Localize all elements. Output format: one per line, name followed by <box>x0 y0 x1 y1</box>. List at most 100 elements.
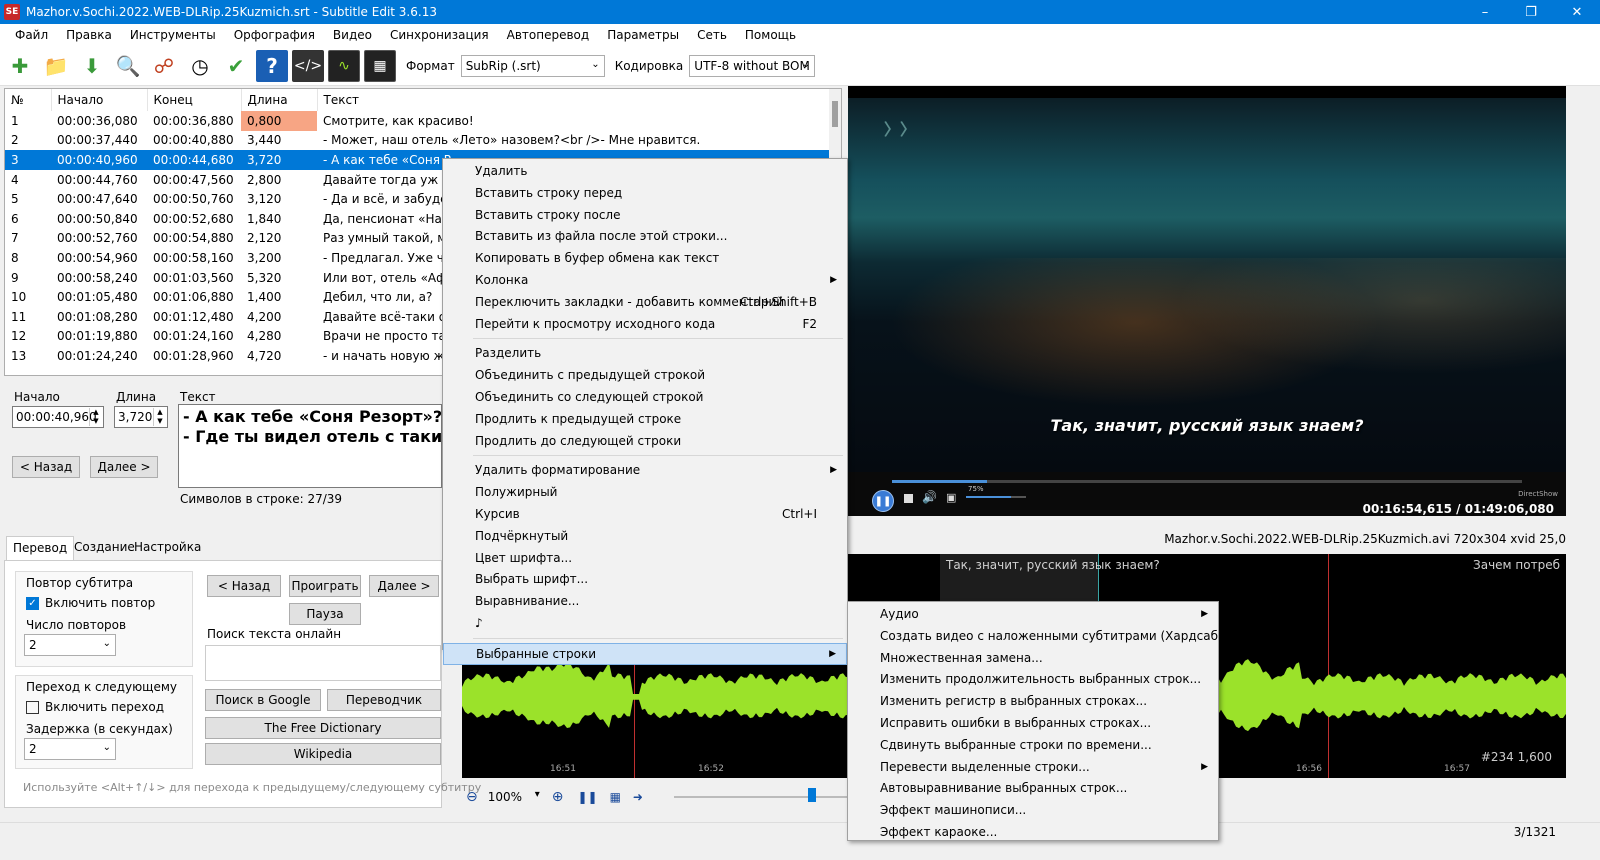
submenu-item[interactable]: Автовыравнивание выбранных строк... <box>848 778 1218 800</box>
context-menu-item[interactable]: Колонка ▶ <box>443 270 847 292</box>
zoom-in-icon[interactable]: ⊕ <box>552 789 564 805</box>
context-menu-item[interactable]: Цвет шрифта... <box>443 548 847 570</box>
checkbox-checked-icon[interactable]: ✓ <box>26 597 39 610</box>
menu-tools[interactable]: Инструменты <box>121 28 225 42</box>
forward-button[interactable]: Далее > <box>369 575 439 597</box>
col-end[interactable]: Конец <box>147 89 242 111</box>
pause-button[interactable]: Пауза <box>289 603 361 625</box>
volume-icon[interactable]: 🔊 <box>922 490 937 504</box>
video-progress[interactable] <box>892 480 1522 483</box>
grid-icon[interactable]: ▦ <box>610 790 621 804</box>
submenu-item[interactable]: Создать видео с наложенными субтитрами (… <box>848 626 1234 648</box>
submenu-item[interactable]: Эффект караоке... <box>848 822 1218 844</box>
pause-waveform-icon[interactable]: ❚❚ <box>577 790 597 804</box>
delay-select[interactable]: 2 ⌄ <box>24 738 116 760</box>
format-select[interactable]: SubRip (.srt) ⌄ <box>460 54 605 77</box>
zoom-out-icon[interactable]: ⊖ <box>466 789 478 805</box>
context-menu-item[interactable]: ♪ <box>443 613 847 635</box>
next-button[interactable]: Далее > <box>90 456 158 478</box>
context-menu-item[interactable]: Разделить <box>443 343 847 365</box>
minimize-icon[interactable]: – <box>1462 0 1508 24</box>
context-menu-item[interactable]: Вставить из файла после этой строки... <box>443 226 847 248</box>
checkbox-icon[interactable] <box>26 701 39 714</box>
context-menu-item[interactable]: Выравнивание... <box>443 591 847 613</box>
table-row[interactable]: 1 00:00:36,080 00:00:36,880 0,800 Смотрите, … <box>5 111 831 131</box>
col-start[interactable]: Начало <box>51 89 148 111</box>
waveform-toggle-icon[interactable]: ∿ <box>328 49 360 82</box>
wikipedia-button[interactable]: Wikipedia <box>205 743 441 765</box>
menu-sync[interactable]: Синхронизация <box>381 28 498 42</box>
context-menu-item[interactable]: Удалить форматирование ▶ <box>443 460 847 482</box>
save-download-icon[interactable]: ⬇ <box>76 50 108 82</box>
context-menu-item[interactable]: Объединить со следующей строкой <box>443 387 847 409</box>
context-menu-item[interactable]: Полужирный <box>443 482 847 504</box>
back-button[interactable]: < Назад <box>207 575 281 597</box>
context-menu-item[interactable]: Выбрать шрифт... <box>443 569 847 591</box>
spellcheck-icon[interactable]: ✔ <box>220 50 252 82</box>
fullscreen-icon[interactable]: ▣ <box>946 491 956 504</box>
forward-play-icon[interactable]: ➜ <box>633 790 643 804</box>
scrollbar-thumb[interactable] <box>832 101 838 127</box>
submenu-item[interactable]: Множественная замена... <box>848 648 1218 670</box>
video-player[interactable]: 〉〉 Так, значит, русский язык знаем? ❚❚ 🔊… <box>848 86 1566 516</box>
replace-icon[interactable]: ☍ <box>148 50 180 82</box>
find-icon[interactable]: 🔍 <box>112 50 144 82</box>
submenu-item[interactable]: Перевести выделенные строки... ▶ <box>848 757 1218 779</box>
maximize-icon[interactable]: ❐ <box>1508 0 1554 24</box>
submenu-item[interactable]: Эффект машинописи... <box>848 800 1218 822</box>
stop-icon[interactable] <box>904 494 913 503</box>
visual-sync-icon[interactable]: ◷ <box>184 50 216 82</box>
open-folder-icon[interactable]: 📁 <box>40 50 72 82</box>
context-menu-item[interactable]: Вставить строку перед <box>443 183 847 205</box>
context-menu-item[interactable]: Продлить до следующей строки <box>443 431 847 453</box>
submenu-item[interactable]: Аудио ▶ <box>848 604 1218 626</box>
menu-spelling[interactable]: Орфография <box>225 28 324 42</box>
new-file-icon[interactable]: ✚ <box>4 50 36 82</box>
translator-button[interactable]: Переводчик <box>327 689 441 711</box>
menu-autotranslate[interactable]: Автоперевод <box>498 28 599 42</box>
prev-button[interactable]: < Назад <box>12 456 80 478</box>
free-dictionary-button[interactable]: The Free Dictionary <box>205 717 441 739</box>
context-menu-item[interactable]: Выбранные строки ▶ <box>443 642 847 665</box>
pause-icon[interactable]: ❚❚ <box>872 490 894 512</box>
menu-file[interactable]: Файл <box>6 28 57 42</box>
menu-help[interactable]: Помощь <box>736 28 805 42</box>
spin-arrows-icon[interactable]: ▲ ▼ <box>153 408 166 426</box>
col-text[interactable]: Текст <box>317 89 831 111</box>
zoom-select[interactable]: 100% ▾ <box>484 786 544 808</box>
tab-translate[interactable]: Перевод <box>6 536 75 560</box>
tab-settings[interactable]: Настройка <box>128 536 207 560</box>
repeat-count-select[interactable]: 2 ⌄ <box>24 634 116 656</box>
submenu-item[interactable]: Исправить ошибки в выбранных строках... <box>848 713 1218 735</box>
spin-arrows-icon[interactable]: ▲ ▼ <box>89 408 102 426</box>
search-online-input[interactable] <box>205 645 441 681</box>
col-duration[interactable]: Длина <box>241 89 318 111</box>
submenu-item[interactable]: Сдвинуть выбранные строки по времени... <box>848 735 1218 757</box>
volume-slider[interactable] <box>966 496 1026 498</box>
menu-options[interactable]: Параметры <box>598 28 688 42</box>
google-search-button[interactable]: Поиск в Google <box>205 689 321 711</box>
context-menu-item[interactable]: Перейти к просмотру исходного кода F2 <box>443 314 847 336</box>
encoding-select[interactable]: UTF-8 without BOM ⌄ <box>689 54 816 77</box>
submenu-item[interactable]: Изменить продолжительность выбранных стр… <box>848 669 1218 691</box>
duration-input[interactable]: 3,720 ▲ ▼ <box>114 406 168 428</box>
help-icon[interactable]: ? <box>256 49 288 82</box>
context-menu-item[interactable]: Подчёркнутый <box>443 526 847 548</box>
next-checkbox[interactable]: Включить переход <box>26 700 164 714</box>
position-slider-thumb[interactable] <box>808 788 816 802</box>
context-menu-item[interactable]: Продлить к предыдущей строке <box>443 409 847 431</box>
context-menu-item[interactable]: Курсив Ctrl+I <box>443 504 847 526</box>
source-view-icon[interactable]: </> <box>292 49 324 82</box>
start-time-input[interactable]: 00:00:40,960 ▲ ▼ <box>12 406 104 428</box>
repeat-checkbox[interactable]: ✓ Включить повтор <box>26 596 155 610</box>
context-menu-item[interactable]: Объединить с предыдущей строкой <box>443 365 847 387</box>
context-menu-item[interactable]: Копировать в буфер обмена как текст <box>443 248 847 270</box>
play-button[interactable]: Проиграть <box>289 575 361 597</box>
context-menu-item[interactable]: Удалить <box>443 161 847 183</box>
menu-network[interactable]: Сеть <box>688 28 736 42</box>
subtitle-text-input[interactable]: - А как тебе «Соня Резорт»? - Где ты вид… <box>178 404 442 488</box>
context-menu-item[interactable]: Переключить закладки - добавить коммента… <box>443 292 847 314</box>
menu-edit[interactable]: Правка <box>57 28 121 42</box>
table-row[interactable]: 2 00:00:37,440 00:00:40,880 3,440 - Может, н… <box>5 131 831 151</box>
col-number[interactable]: № <box>5 89 52 111</box>
